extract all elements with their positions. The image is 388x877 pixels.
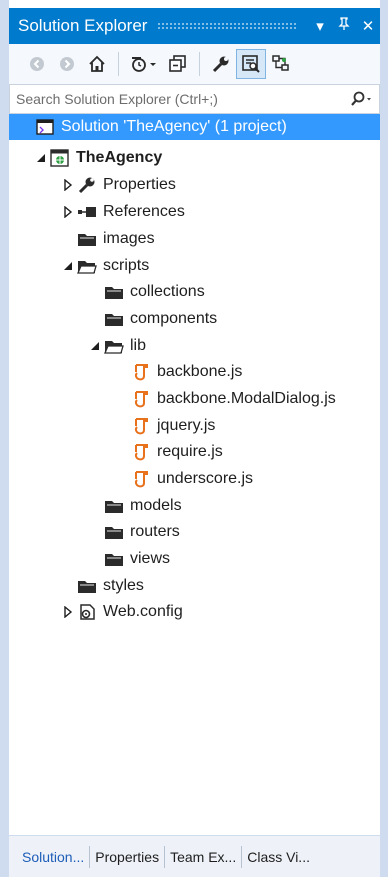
tree-row[interactable]: lib xyxy=(9,333,380,359)
class-diagram-icon xyxy=(272,55,289,71)
expanded-arrow-icon[interactable] xyxy=(61,259,75,273)
tree-row[interactable]: Properties xyxy=(9,172,380,198)
close-button[interactable]: ✕ xyxy=(356,17,380,35)
panel-title: Solution Explorer xyxy=(18,16,148,35)
tree-item-label: backbone.js xyxy=(157,363,243,380)
js-file-icon xyxy=(131,442,151,462)
collapse-all-icon xyxy=(169,55,186,72)
js-file-icon xyxy=(131,469,151,489)
search-icon[interactable] xyxy=(345,91,379,107)
folder-open-icon xyxy=(77,256,97,276)
tab-2[interactable]: Team Ex... xyxy=(165,849,241,865)
tree-row[interactable]: routers xyxy=(9,519,380,545)
tree-item-label: scripts xyxy=(103,257,150,274)
js-file-icon xyxy=(131,416,151,436)
tree-row[interactable]: Web.config xyxy=(9,599,380,625)
tree-row[interactable]: require.js xyxy=(9,439,380,465)
tree-item-label: lib xyxy=(130,337,147,354)
view-class-diagram-button[interactable] xyxy=(267,50,295,78)
tree-row[interactable]: styles xyxy=(9,573,380,599)
back-icon xyxy=(30,57,44,71)
tree-row[interactable]: backbone.ModalDialog.js xyxy=(9,386,380,412)
wrench-icon xyxy=(77,175,97,195)
tree-row[interactable]: backbone.js xyxy=(9,359,380,385)
pin-button[interactable] xyxy=(332,17,356,35)
tree-item-label: models xyxy=(130,497,182,514)
tree-row[interactable]: Solution 'TheAgency' (1 project) xyxy=(9,114,380,140)
show-all-files-button[interactable] xyxy=(236,49,266,79)
drag-grip[interactable] xyxy=(157,21,298,31)
bottom-tab-strip: Solution... Properties Team Ex... Class Vi.… xyxy=(9,835,380,877)
forward-button[interactable] xyxy=(53,50,81,78)
expanded-arrow-icon[interactable] xyxy=(34,151,48,165)
tree-item-label: collections xyxy=(130,283,205,300)
window-position-dropdown-button[interactable]: ▾ xyxy=(308,17,332,35)
folder-icon xyxy=(77,576,97,596)
tab-1[interactable]: Properties xyxy=(90,849,164,865)
collapsed-arrow-icon[interactable] xyxy=(61,205,75,219)
tree-item-label: routers xyxy=(130,523,180,540)
forward-icon xyxy=(60,57,74,71)
folder-icon xyxy=(77,229,97,249)
search-input[interactable]: Search Solution Explorer (Ctrl+;) xyxy=(10,91,345,107)
tree-row[interactable]: models xyxy=(9,493,380,519)
back-button[interactable] xyxy=(23,50,51,78)
search-box[interactable]: Search Solution Explorer (Ctrl+;) xyxy=(9,84,380,114)
toolbar-separator xyxy=(199,52,200,76)
tree-row[interactable]: views xyxy=(9,546,380,572)
tree-item-label: TheAgency xyxy=(76,149,163,166)
tree-item-label: Properties xyxy=(103,176,176,193)
tree-item-label: backbone.ModalDialog.js xyxy=(157,390,336,407)
pin-icon xyxy=(338,17,350,30)
tree-item-label: References xyxy=(103,203,185,220)
config-file-icon xyxy=(77,602,97,622)
tree-row[interactable]: components xyxy=(9,306,380,332)
folder-icon xyxy=(104,549,124,569)
tree-item-label: require.js xyxy=(157,443,223,460)
tree-item-label: underscore.js xyxy=(157,470,254,487)
panel-title-bar[interactable]: Solution Explorer ▾ ✕ xyxy=(9,8,380,44)
tree-item-label: styles xyxy=(103,577,144,594)
tab-3[interactable]: Class Vi... xyxy=(242,849,315,865)
references-icon xyxy=(77,202,97,222)
tree-row[interactable]: underscore.js xyxy=(9,466,380,492)
tree-item-label: components xyxy=(130,310,218,327)
wrench-icon xyxy=(212,56,229,73)
folder-icon xyxy=(104,282,124,302)
tree-row[interactable]: References xyxy=(9,199,380,225)
tree-item-label: views xyxy=(130,550,171,567)
tree-row[interactable]: images xyxy=(9,226,380,252)
collapsed-arrow-icon[interactable] xyxy=(61,178,75,192)
tree-item-label: Web.config xyxy=(103,603,183,620)
tree-item-label: Solution 'TheAgency' (1 project) xyxy=(61,118,287,135)
collapsed-arrow-icon[interactable] xyxy=(61,605,75,619)
properties-button[interactable] xyxy=(207,50,235,78)
tab-0[interactable]: Solution... xyxy=(17,849,89,865)
project-icon xyxy=(50,148,70,168)
folder-icon xyxy=(104,496,124,516)
tree-row[interactable]: TheAgency xyxy=(9,145,380,171)
history-clock-icon xyxy=(132,57,156,72)
expanded-arrow-icon[interactable] xyxy=(88,339,102,353)
folder-icon xyxy=(104,309,124,329)
tree-row[interactable]: scripts xyxy=(9,253,380,279)
solution-tree: Solution 'TheAgency' (1 project) TheAgenc… xyxy=(9,114,380,835)
home-icon xyxy=(89,55,105,72)
home-button[interactable] xyxy=(83,50,111,78)
collapse-all-button[interactable] xyxy=(164,50,192,78)
tree-item-label: jquery.js xyxy=(157,417,216,434)
js-file-icon xyxy=(131,389,151,409)
folder-icon xyxy=(104,522,124,542)
folder-open-icon xyxy=(104,336,124,356)
show-all-files-icon xyxy=(242,55,260,73)
tree-row[interactable]: jquery.js xyxy=(9,413,380,439)
tree-row[interactable]: collections xyxy=(9,279,380,305)
js-file-icon xyxy=(131,362,151,382)
tree-item-label: images xyxy=(103,230,155,247)
pending-changes-filter-button[interactable] xyxy=(126,50,162,78)
toolbar-separator xyxy=(118,52,119,76)
solution-icon xyxy=(35,117,55,137)
toolbar xyxy=(9,44,380,84)
